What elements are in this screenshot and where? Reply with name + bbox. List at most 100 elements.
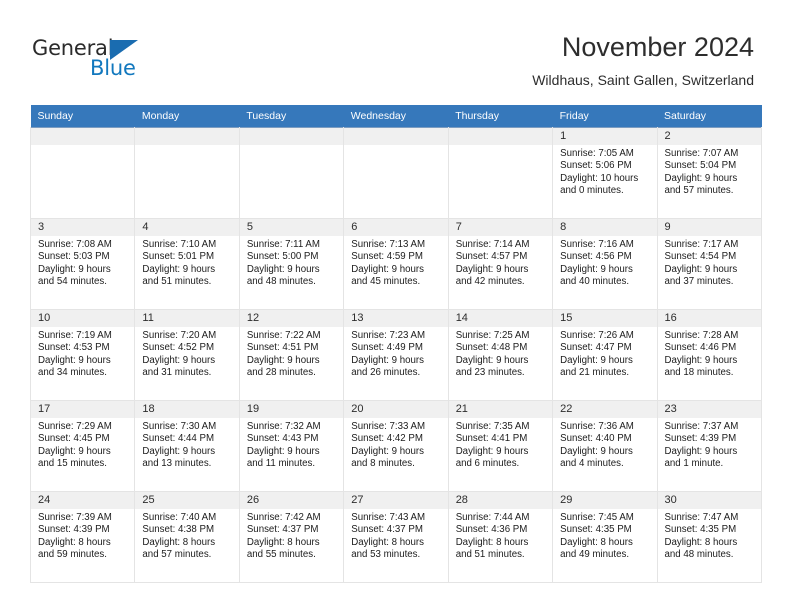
calendar-cell-inner: 11 Sunrise: 7:20 AM Sunset: 4:52 PM Dayligh…: [135, 310, 239, 400]
day-detail-daylight2: and 11 minutes.: [246, 458, 316, 470]
calendar-day-cell[interactable]: 7 Sunrise: 7:14 AM Sunset: 4:57 PM Daylight…: [447, 218, 554, 310]
day-detail-sunset: Sunset: 5:03 PM: [38, 251, 110, 263]
calendar-cell-inner: 25 Sunrise: 7:40 AM Sunset: 4:38 PM Dayligh…: [135, 492, 239, 582]
day-detail-sunrise: Sunrise: 7:42 AM: [246, 512, 321, 523]
weekday-header-thursday: Thursday: [448, 105, 553, 128]
day-detail-sunset: Sunset: 4:57 PM: [455, 251, 528, 263]
calendar-day-cell[interactable]: 13 Sunrise: 7:23 AM Sunset: 4:49 PM Dayligh…: [343, 309, 449, 401]
day-number: 27: [344, 492, 448, 509]
day-detail-daylight1: Daylight: 9 hours: [38, 263, 111, 275]
day-detail-daylight1: Daylight: 9 hours: [560, 354, 633, 366]
day-number: 1: [553, 128, 657, 145]
day-details: Sunrise: 7:08 AM Sunset: 5:03 PM Daylight:…: [31, 236, 134, 289]
calendar-body: 1 Sunrise: 7:05 AM Sunset: 5:06 PM Daylight…: [29, 127, 763, 583]
weekday-header-saturday: Saturday: [657, 105, 762, 128]
calendar-day-cell[interactable]: 26 Sunrise: 7:42 AM Sunset: 4:37 PM Dayligh…: [238, 491, 345, 583]
calendar-day-cell[interactable]: 28 Sunrise: 7:44 AM Sunset: 4:36 PM Dayligh…: [447, 491, 554, 583]
day-detail-sunrise: Sunrise: 7:10 AM: [142, 239, 217, 250]
day-detail-sunrise: Sunrise: 7:07 AM: [664, 148, 739, 159]
calendar-cell-inner: 5 Sunrise: 7:11 AM Sunset: 5:00 PM Daylight…: [239, 219, 344, 309]
calendar-day-cell[interactable]: 6 Sunrise: 7:13 AM Sunset: 4:59 PM Daylight…: [343, 218, 449, 310]
day-detail-sunrise: Sunrise: 7:40 AM: [142, 512, 217, 523]
day-number: 5: [239, 219, 344, 236]
day-detail-daylight1: Daylight: 8 hours: [246, 536, 320, 548]
day-detail-sunset: Sunset: 4:42 PM: [351, 433, 423, 445]
calendar-day-cell[interactable]: 11 Sunrise: 7:20 AM Sunset: 4:52 PM Dayligh…: [134, 309, 240, 401]
calendar-day-cell[interactable]: 20 Sunrise: 7:33 AM Sunset: 4:42 PM Dayligh…: [343, 400, 449, 492]
day-detail-daylight1: Daylight: 9 hours: [455, 354, 529, 366]
day-details: Sunrise: 7:45 AM Sunset: 4:35 PM Daylight:…: [553, 509, 656, 562]
day-detail-daylight1: Daylight: 8 hours: [560, 536, 633, 548]
calendar-day-cell[interactable]: 24 Sunrise: 7:39 AM Sunset: 4:39 PM Dayligh…: [29, 491, 136, 583]
calendar-day-cell[interactable]: 23 Sunrise: 7:37 AM Sunset: 4:39 PM Dayligh…: [656, 400, 763, 492]
day-detail-daylight2: and 54 minutes.: [38, 276, 107, 288]
day-detail-sunrise: Sunrise: 7:22 AM: [246, 330, 321, 341]
day-number: 3: [31, 219, 135, 236]
day-details: Sunrise: 7:10 AM Sunset: 5:01 PM Daylight:…: [135, 236, 238, 289]
weekday-header-sunday: Sunday: [30, 105, 135, 128]
page-subtitle: Wildhaus, Saint Gallen, Switzerland: [532, 72, 754, 88]
calendar-day-cell[interactable]: 22 Sunrise: 7:36 AM Sunset: 4:40 PM Dayligh…: [552, 400, 658, 492]
day-details: Sunrise: 7:05 AM Sunset: 5:06 PM Daylight:…: [553, 145, 656, 198]
calendar-day-cell[interactable]: 25 Sunrise: 7:40 AM Sunset: 4:38 PM Dayligh…: [134, 491, 240, 583]
calendar-day-cell[interactable]: 27 Sunrise: 7:43 AM Sunset: 4:37 PM Dayligh…: [343, 491, 449, 583]
day-detail-daylight2: and 34 minutes.: [38, 367, 107, 379]
calendar-day-cell[interactable]: 3 Sunrise: 7:08 AM Sunset: 5:03 PM Daylight…: [29, 218, 136, 310]
day-detail-sunrise: Sunrise: 7:13 AM: [351, 239, 426, 250]
day-detail-sunrise: Sunrise: 7:33 AM: [351, 421, 426, 432]
day-detail-sunrise: Sunrise: 7:19 AM: [38, 330, 112, 341]
calendar-day-cell[interactable]: 19 Sunrise: 7:32 AM Sunset: 4:43 PM Dayligh…: [238, 400, 345, 492]
day-detail-sunset: Sunset: 4:49 PM: [351, 342, 423, 354]
calendar-day-cell[interactable]: 8 Sunrise: 7:16 AM Sunset: 4:56 PM Daylight…: [552, 218, 658, 310]
calendar-cell-inner: 17 Sunrise: 7:29 AM Sunset: 4:45 PM Dayligh…: [31, 401, 135, 491]
calendar-day-cell[interactable]: 21 Sunrise: 7:35 AM Sunset: 4:41 PM Dayligh…: [447, 400, 554, 492]
calendar-cell-inner: 29 Sunrise: 7:45 AM Sunset: 4:35 PM Dayligh…: [553, 492, 657, 582]
day-detail-daylight2: and 26 minutes.: [351, 367, 421, 379]
calendar-cell-inner: 26 Sunrise: 7:42 AM Sunset: 4:37 PM Dayligh…: [239, 492, 344, 582]
calendar-day-cell[interactable]: 10 Sunrise: 7:19 AM Sunset: 4:53 PM Dayligh…: [29, 309, 136, 401]
day-detail-daylight1: Daylight: 9 hours: [664, 172, 738, 184]
day-detail-sunrise: Sunrise: 7:43 AM: [351, 512, 426, 523]
calendar-cell-inner: [448, 128, 553, 218]
calendar-day-cell[interactable]: 17 Sunrise: 7:29 AM Sunset: 4:45 PM Dayligh…: [29, 400, 136, 492]
day-number: 25: [135, 492, 239, 509]
calendar-week-row: 10 Sunrise: 7:19 AM Sunset: 4:53 PM Dayligh…: [29, 309, 763, 401]
calendar-cell-inner: 20 Sunrise: 7:33 AM Sunset: 4:42 PM Dayligh…: [344, 401, 448, 491]
calendar-day-cell[interactable]: 15 Sunrise: 7:26 AM Sunset: 4:47 PM Dayligh…: [552, 309, 658, 401]
calendar-day-cell[interactable]: 9 Sunrise: 7:17 AM Sunset: 4:54 PM Daylight…: [656, 218, 763, 310]
day-number: 20: [344, 401, 448, 418]
day-detail-sunrise: Sunrise: 7:17 AM: [664, 239, 739, 250]
calendar-cell-inner: [31, 128, 135, 218]
calendar-day-cell[interactable]: 12 Sunrise: 7:22 AM Sunset: 4:51 PM Dayligh…: [238, 309, 345, 401]
day-detail-sunrise: Sunrise: 7:05 AM: [560, 148, 634, 159]
day-number: 24: [31, 492, 135, 509]
day-detail-sunset: Sunset: 4:53 PM: [38, 342, 110, 354]
calendar-week-row: 1 Sunrise: 7:05 AM Sunset: 5:06 PM Daylight…: [29, 127, 763, 219]
brand-logo[interactable]: General Blue: [32, 36, 152, 84]
calendar-day-cell[interactable]: 2 Sunrise: 7:07 AM Sunset: 5:04 PM Daylight…: [656, 127, 763, 219]
calendar-day-cell[interactable]: 5 Sunrise: 7:11 AM Sunset: 5:00 PM Daylight…: [238, 218, 345, 310]
calendar-day-cell[interactable]: 18 Sunrise: 7:30 AM Sunset: 4:44 PM Dayligh…: [134, 400, 240, 492]
day-detail-sunrise: Sunrise: 7:29 AM: [38, 421, 112, 432]
day-detail-sunrise: Sunrise: 7:26 AM: [560, 330, 634, 341]
day-detail-daylight1: Daylight: 9 hours: [142, 445, 216, 457]
day-details: Sunrise: 7:13 AM Sunset: 4:59 PM Daylight:…: [344, 236, 447, 289]
day-detail-daylight2: and 1 minute.: [664, 458, 724, 470]
calendar-day-cell[interactable]: 29 Sunrise: 7:45 AM Sunset: 4:35 PM Dayligh…: [552, 491, 658, 583]
day-number: 2: [657, 128, 761, 145]
day-detail-daylight2: and 4 minutes.: [560, 458, 624, 470]
calendar-day-cell[interactable]: 14 Sunrise: 7:25 AM Sunset: 4:48 PM Dayligh…: [447, 309, 554, 401]
day-detail-sunrise: Sunrise: 7:35 AM: [455, 421, 530, 432]
calendar-day-cell[interactable]: 4 Sunrise: 7:10 AM Sunset: 5:01 PM Daylight…: [134, 218, 240, 310]
calendar-day-cell[interactable]: 16 Sunrise: 7:28 AM Sunset: 4:46 PM Dayligh…: [656, 309, 763, 401]
day-number: 15: [553, 310, 657, 327]
calendar-day-cell[interactable]: 1 Sunrise: 7:05 AM Sunset: 5:06 PM Daylight…: [552, 127, 658, 219]
calendar-cell-inner: 2 Sunrise: 7:07 AM Sunset: 5:04 PM Daylight…: [657, 128, 761, 218]
day-detail-sunrise: Sunrise: 7:23 AM: [351, 330, 426, 341]
calendar-day-cell[interactable]: 30 Sunrise: 7:47 AM Sunset: 4:35 PM Dayligh…: [656, 491, 763, 583]
day-detail-daylight2: and 53 minutes.: [351, 549, 421, 561]
day-detail-daylight1: Daylight: 9 hours: [664, 354, 738, 366]
day-detail-daylight1: Daylight: 9 hours: [351, 445, 424, 457]
day-number: 14: [448, 310, 553, 327]
day-details: Sunrise: 7:20 AM Sunset: 4:52 PM Daylight:…: [135, 327, 238, 380]
